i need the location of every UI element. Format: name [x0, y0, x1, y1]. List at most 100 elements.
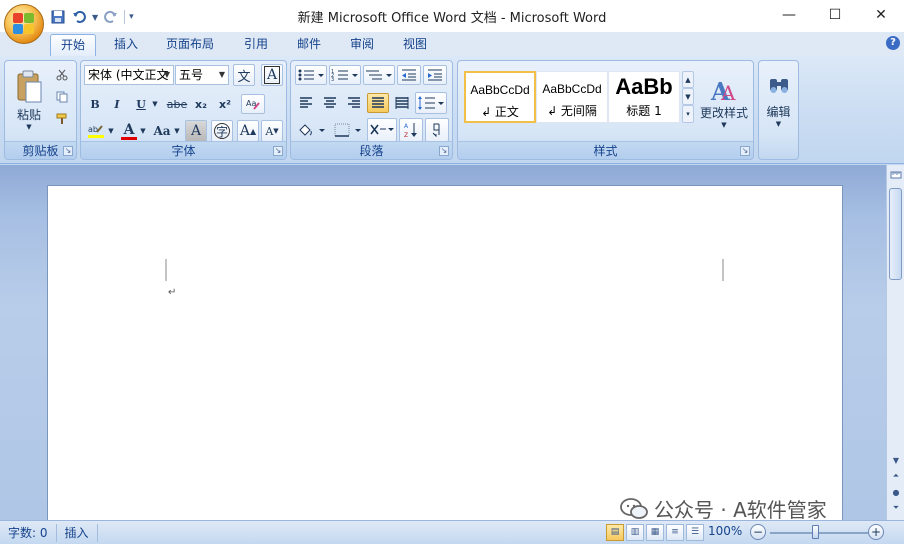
- styles-scroll-up-icon[interactable]: ▲: [682, 71, 694, 88]
- font-color-dropdown-icon[interactable]: ▼: [139, 121, 147, 141]
- enclose-characters-button[interactable]: 字: [211, 120, 233, 142]
- minimize-button[interactable]: —: [766, 0, 812, 30]
- tab-home[interactable]: 开始: [50, 34, 97, 56]
- superscript-button[interactable]: x²: [215, 95, 235, 113]
- copy-button[interactable]: [53, 88, 71, 106]
- zoom-out-icon[interactable]: −: [750, 524, 766, 540]
- maximize-button[interactable]: ☐: [812, 0, 858, 30]
- font-color-button[interactable]: A: [119, 121, 139, 141]
- paragraph-label-text: 段落: [359, 144, 384, 158]
- tab-references[interactable]: 引用: [234, 34, 278, 56]
- editing-button[interactable]: 编辑 ▼: [761, 65, 796, 137]
- scroll-thumb[interactable]: [889, 188, 902, 280]
- font-color-swatch: [121, 136, 137, 140]
- chinese-layout-button[interactable]: [367, 118, 397, 142]
- format-painter-button[interactable]: [53, 110, 71, 128]
- style-normal[interactable]: AaBbCcDd ↲ 正文: [464, 71, 536, 123]
- ruler-toggle-icon[interactable]: [888, 167, 904, 183]
- font-name-combo[interactable]: 宋体 (中文正文 ▼: [84, 65, 174, 85]
- zoom-level[interactable]: 100%: [708, 524, 742, 538]
- borders-button[interactable]: [331, 119, 365, 141]
- office-button[interactable]: [4, 4, 44, 44]
- document-page[interactable]: ↵: [47, 185, 843, 520]
- borders-icon: [334, 123, 361, 137]
- highlight-dropdown-icon[interactable]: ▼: [107, 121, 115, 141]
- phonetic-guide-button[interactable]: 文: [233, 64, 255, 86]
- tab-mailings[interactable]: 邮件: [287, 34, 331, 56]
- tab-insert[interactable]: 插入: [104, 34, 148, 56]
- underline-dropdown-icon[interactable]: ▼: [151, 95, 159, 113]
- multilevel-list-icon: [366, 70, 392, 80]
- style-no-spacing[interactable]: AaBbCcDd ↲ 无间隔: [536, 71, 608, 123]
- paste-button[interactable]: 粘贴 ▼: [9, 65, 49, 135]
- vertical-scrollbar[interactable]: ▲ ▼ ⏶ ● ⏷: [886, 165, 904, 520]
- tab-review[interactable]: 审阅: [340, 34, 384, 56]
- line-spacing-button[interactable]: [415, 92, 447, 114]
- styles-scroll-down-icon[interactable]: ▼: [682, 88, 694, 105]
- distributed-button[interactable]: [391, 93, 413, 113]
- ribbon-tabs: 开始 插入 页面布局 引用 邮件 审阅 视图 ?: [0, 32, 904, 56]
- change-case-dropdown-icon[interactable]: ▼: [173, 121, 181, 141]
- align-right-button[interactable]: [343, 93, 365, 113]
- show-marks-button[interactable]: [425, 118, 449, 142]
- zoom-in-icon[interactable]: +: [868, 524, 884, 540]
- font-size-combo[interactable]: 五号 ▼: [175, 65, 229, 85]
- print-layout-view-icon[interactable]: ▤: [606, 524, 624, 541]
- draft-view-icon[interactable]: ☰: [686, 524, 704, 541]
- zoom-slider-thumb[interactable]: [812, 525, 819, 539]
- strikethrough-button[interactable]: abe: [165, 95, 189, 113]
- highlight-button[interactable]: ab: [85, 121, 107, 141]
- insert-mode[interactable]: 插入: [57, 523, 98, 542]
- wen-char: 文: [237, 69, 251, 85]
- align-left-button[interactable]: [295, 93, 317, 113]
- numbering-button[interactable]: 123: [329, 65, 361, 85]
- help-icon[interactable]: ?: [886, 36, 900, 50]
- zoom-slider-track[interactable]: [770, 532, 868, 534]
- multilevel-list-button[interactable]: [363, 65, 395, 85]
- close-button[interactable]: ✕: [858, 0, 904, 30]
- document-workspace: ↵: [0, 165, 886, 520]
- ribbon: 粘贴 ▼ 剪贴板 ↘ 宋体 (中文正文 ▼ 五号 ▼ 文 A B I U ▼ a…: [0, 56, 904, 164]
- justify-button[interactable]: [367, 93, 389, 113]
- style-heading-1[interactable]: AaBb 标题 1: [608, 71, 680, 123]
- underline-button[interactable]: U: [132, 95, 150, 113]
- title-bar: ▼ ▾ 新建 Microsoft Office Word 文档 - Micros…: [0, 0, 904, 32]
- next-page-icon[interactable]: ⏷: [888, 500, 904, 516]
- tab-view[interactable]: 视图: [393, 34, 437, 56]
- font-launcher-icon[interactable]: ↘: [273, 146, 283, 156]
- decrease-indent-button[interactable]: [397, 65, 421, 85]
- styles-launcher-icon[interactable]: ↘: [740, 146, 750, 156]
- style-no-spacing-sample: AaBbCcDd: [542, 82, 602, 96]
- styles-more-icon[interactable]: ▾: [682, 105, 694, 123]
- scroll-down-arrow-icon[interactable]: ▼: [888, 452, 904, 468]
- font-size-value: 五号: [179, 68, 204, 82]
- align-center-button[interactable]: [319, 93, 341, 113]
- outline-view-icon[interactable]: ≡: [666, 524, 684, 541]
- increase-indent-button[interactable]: [423, 65, 447, 85]
- bold-button[interactable]: B: [86, 95, 104, 113]
- bullets-button[interactable]: [295, 65, 327, 85]
- italic-button[interactable]: I: [108, 95, 126, 113]
- full-screen-reading-view-icon[interactable]: ▥: [626, 524, 644, 541]
- style-normal-sample: AaBbCcDd: [470, 83, 530, 97]
- clear-formatting-button[interactable]: Aa: [241, 94, 265, 114]
- change-styles-button[interactable]: A A 更改样式 ▼: [698, 65, 750, 139]
- cut-button[interactable]: [53, 66, 71, 84]
- tab-page-layout[interactable]: 页面布局: [156, 34, 224, 56]
- sort-button[interactable]: AZ: [399, 118, 423, 142]
- select-browse-object-icon[interactable]: ●: [888, 484, 904, 500]
- paragraph-launcher-icon[interactable]: ↘: [439, 146, 449, 156]
- web-layout-view-icon[interactable]: ▦: [646, 524, 664, 541]
- word-count[interactable]: 字数: 0: [0, 523, 57, 542]
- character-shading-button[interactable]: A: [185, 120, 207, 142]
- change-case-button[interactable]: Aa: [151, 121, 173, 141]
- subscript-button[interactable]: x₂: [191, 95, 211, 113]
- char-border-button[interactable]: A: [261, 64, 283, 86]
- grow-font-button[interactable]: A ▲: [237, 120, 259, 142]
- shrink-font-button[interactable]: A ▼: [261, 120, 283, 142]
- margin-corner-top-right: [722, 259, 724, 281]
- clipboard-launcher-icon[interactable]: ↘: [63, 146, 73, 156]
- svg-text:A: A: [404, 123, 409, 130]
- shading-button[interactable]: [295, 119, 329, 141]
- previous-page-icon[interactable]: ⏶: [888, 468, 904, 484]
